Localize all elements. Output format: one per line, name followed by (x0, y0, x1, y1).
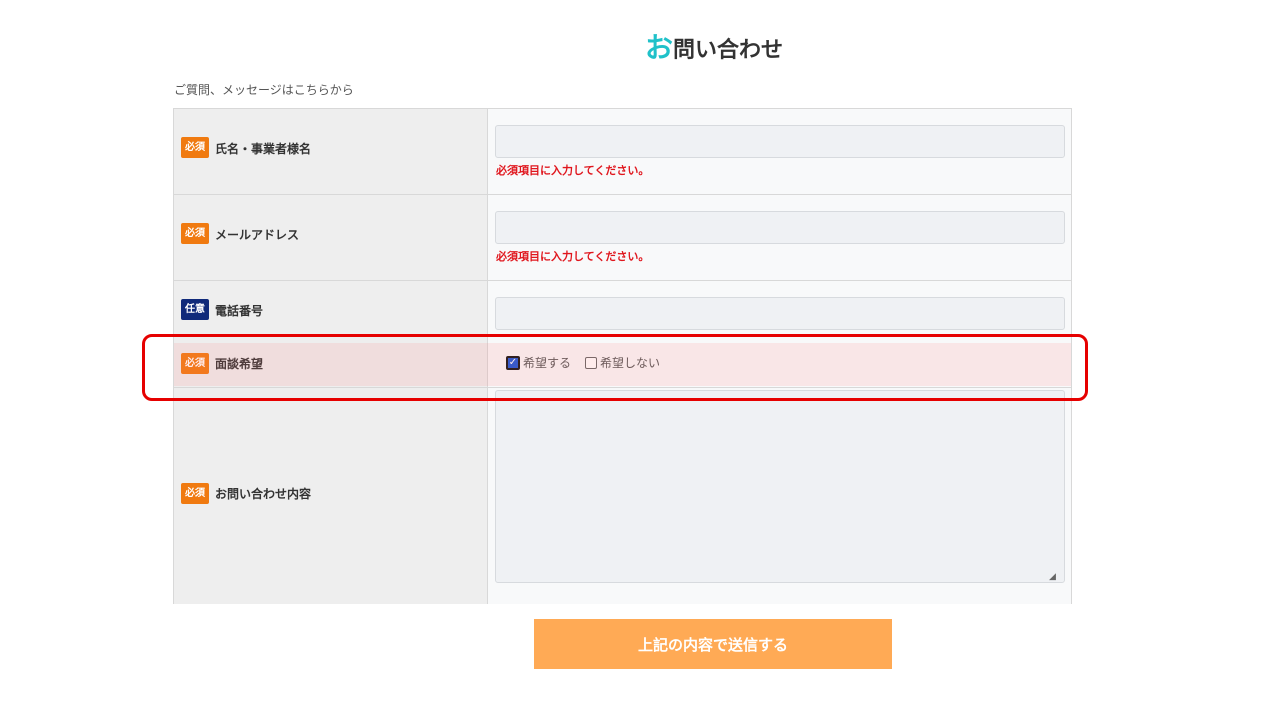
form-row-inquiry: 必須 お問い合わせ内容 ◢ (174, 388, 1071, 604)
input-cell: ◢ (488, 388, 1071, 604)
checkbox-checked-icon[interactable]: ✓ (506, 355, 520, 370)
contact-form-table: 必須 氏名・事業者様名 必須項目に入力してください。 必須 メールアドレス 必須… (173, 108, 1072, 604)
name-input[interactable] (495, 125, 1065, 158)
email-error-message: 必須項目に入力してください。 (496, 250, 650, 263)
form-row-interview: 必須 面談希望 ✓ 希望する 希望しない (174, 345, 1071, 388)
input-cell: 必須項目に入力してください。 (488, 195, 1071, 280)
required-badge: 必須 (181, 223, 209, 244)
page-title-accent: お (644, 31, 673, 64)
name-error-message: 必須項目に入力してください。 (496, 164, 650, 177)
required-badge: 必須 (181, 137, 209, 158)
form-row-email: 必須 メールアドレス 必須項目に入力してください。 (174, 195, 1071, 281)
page-subtitle: ご質問、メッセージはこちらから (174, 83, 354, 97)
label-cell: 必須 お問い合わせ内容 (174, 388, 488, 604)
checkbox-no-wish-label: 希望しない (600, 356, 661, 370)
checkbox-wish[interactable]: ✓ 希望する (506, 354, 571, 371)
label-cell: 任意 電話番号 (174, 281, 488, 345)
field-label-name: 氏名・事業者様名 (215, 142, 312, 156)
required-badge: 必須 (181, 353, 209, 374)
checkbox-wish-label: 希望する (523, 356, 572, 370)
input-cell (488, 281, 1071, 345)
phone-input[interactable] (495, 297, 1065, 330)
checkbox-unchecked-icon[interactable] (585, 356, 597, 369)
field-label-interview: 面談希望 (215, 357, 264, 371)
checkbox-no-wish[interactable]: 希望しない (585, 354, 660, 371)
label-cell: 必須 面談希望 (174, 345, 488, 387)
input-cell: 必須項目に入力してください。 (488, 109, 1071, 194)
required-badge: 必須 (181, 483, 209, 504)
page-title-text: 問い合わせ (673, 38, 784, 63)
field-label-inquiry: お問い合わせ内容 (215, 487, 312, 501)
page-title: お問い合わせ (0, 26, 1280, 66)
optional-badge: 任意 (181, 299, 209, 320)
field-label-phone: 電話番号 (215, 304, 264, 318)
form-row-phone: 任意 電話番号 (174, 281, 1071, 345)
inquiry-textarea[interactable] (495, 390, 1065, 583)
email-input[interactable] (495, 211, 1065, 244)
field-label-email: メールアドレス (215, 228, 300, 242)
form-row-name: 必須 氏名・事業者様名 必須項目に入力してください。 (174, 109, 1071, 195)
label-cell: 必須 氏名・事業者様名 (174, 109, 488, 194)
label-cell: 必須 メールアドレス (174, 195, 488, 280)
submit-button[interactable]: 上記の内容で送信する (534, 619, 892, 669)
input-cell: ✓ 希望する 希望しない (488, 345, 1071, 387)
resize-handle-icon[interactable]: ◢ (1049, 573, 1069, 602)
